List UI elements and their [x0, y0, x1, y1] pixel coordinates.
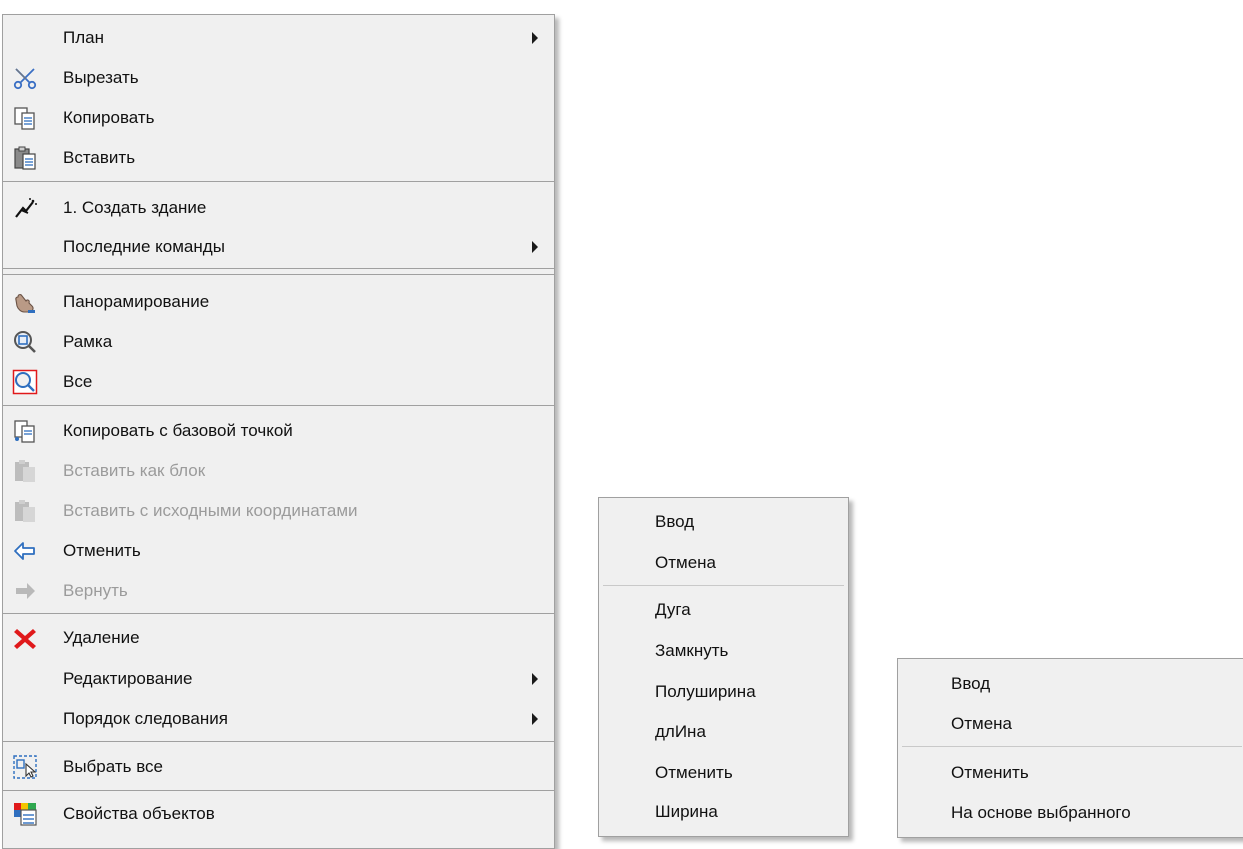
menu-item-length[interactable]: длИна	[599, 714, 848, 750]
menu-separator	[3, 181, 554, 182]
menu-item-enter[interactable]: Ввод	[599, 504, 848, 540]
menu-item-label: Все	[63, 372, 93, 391]
menu-item-plan[interactable]: План	[3, 20, 554, 56]
menu-item-label: Ширина	[655, 802, 718, 821]
paste-original-coords-icon	[12, 498, 38, 524]
menu-item-label: Отмена	[951, 714, 1012, 733]
select-all-icon	[12, 754, 38, 780]
menu-item-label: Панорамирование	[63, 292, 210, 311]
menu-item-based-on-selected[interactable]: На основе выбранного	[898, 795, 1243, 831]
menu-separator	[3, 268, 554, 269]
menu-item-create-building[interactable]: 1. Создать здание	[3, 190, 554, 226]
menu-item-label: Редактирование	[63, 669, 193, 688]
pan-hand-icon	[12, 289, 38, 315]
undo-icon	[12, 538, 38, 564]
menu-item-redo[interactable]: Вернуть	[3, 573, 554, 609]
menu-item-cancel[interactable]: Отмена	[898, 706, 1243, 742]
menu-item-copy[interactable]: Копировать	[3, 100, 554, 136]
menu-item-label: На основе выбранного	[951, 803, 1131, 822]
menu-item-label: Вставить как блок	[63, 461, 206, 480]
menu-separator	[3, 405, 554, 406]
menu-item-zoom-window[interactable]: Рамка	[3, 324, 554, 360]
submenu-arrow-icon	[532, 673, 538, 685]
context-menu-select: Ввод Отмена Отменить На основе выбранног…	[897, 658, 1243, 838]
menu-separator	[3, 274, 554, 275]
menu-item-label: План	[63, 28, 104, 47]
menu-item-paste[interactable]: Вставить	[3, 140, 554, 176]
menu-item-zoom-all[interactable]: Все	[3, 364, 554, 400]
menu-item-object-properties[interactable]: Свойства объектов	[3, 796, 554, 832]
copy-base-point-icon	[12, 418, 38, 444]
menu-item-close[interactable]: Замкнуть	[599, 633, 848, 669]
menu-item-label: Порядок следования	[63, 709, 228, 728]
menu-item-width[interactable]: Ширина	[599, 794, 848, 830]
menu-item-paste-as-block[interactable]: Вставить как блок	[3, 453, 554, 489]
menu-item-label: Рамка	[63, 332, 113, 351]
menu-item-draw-order[interactable]: Порядок следования	[3, 701, 554, 737]
menu-item-undo[interactable]: Отменить	[898, 755, 1243, 791]
menu-item-label: Отмена	[655, 553, 716, 572]
menu-item-cut[interactable]: Вырезать	[3, 60, 554, 96]
menu-item-label: Вставить с исходными координатами	[63, 501, 358, 520]
zoom-window-icon	[12, 329, 38, 355]
object-properties-icon	[12, 801, 38, 827]
menu-item-copy-base-point[interactable]: Копировать с базовой точкой	[3, 413, 554, 449]
menu-item-label: Вставить	[63, 148, 136, 167]
menu-item-editing[interactable]: Редактирование	[3, 661, 554, 697]
menu-item-label: Копировать	[63, 108, 155, 127]
menu-item-label: Вырезать	[63, 68, 139, 87]
menu-item-label: Отменить	[63, 541, 141, 560]
menu-item-label: длИна	[655, 722, 706, 741]
menu-separator	[3, 613, 554, 614]
menu-item-select-all[interactable]: Выбрать все	[3, 749, 554, 785]
menu-item-label: Дуга	[655, 600, 691, 619]
menu-item-label: Полуширина	[655, 682, 756, 701]
menu-item-label: Отменить	[655, 763, 733, 782]
redo-icon	[12, 578, 38, 604]
create-building-icon	[12, 195, 38, 221]
menu-item-label: Замкнуть	[655, 641, 729, 660]
copy-icon	[12, 105, 38, 131]
paste-block-icon	[12, 458, 38, 484]
menu-item-halfwidth[interactable]: Полуширина	[599, 674, 848, 710]
menu-item-label: 1. Создать здание	[63, 198, 207, 217]
menu-separator	[3, 790, 554, 791]
submenu-arrow-icon	[532, 32, 538, 44]
submenu-arrow-icon	[532, 241, 538, 253]
submenu-arrow-icon	[532, 713, 538, 725]
menu-item-label: Последние команды	[63, 237, 225, 256]
menu-item-label: Ввод	[655, 512, 695, 531]
context-menu-main: План Вырезать Копировать Вставить 1. Соз…	[2, 14, 555, 849]
menu-item-undo[interactable]: Отменить	[599, 755, 848, 791]
menu-item-enter[interactable]: Ввод	[898, 666, 1243, 702]
menu-item-label: Копировать с базовой точкой	[63, 421, 293, 440]
menu-item-label: Отменить	[951, 763, 1029, 782]
menu-item-pan[interactable]: Панорамирование	[3, 284, 554, 320]
zoom-all-icon	[12, 369, 38, 395]
scissors-icon	[12, 65, 38, 91]
menu-item-arc[interactable]: Дуга	[599, 592, 848, 628]
menu-item-label: Свойства объектов	[63, 804, 215, 823]
menu-item-delete[interactable]: Удаление	[3, 620, 554, 656]
menu-item-label: Выбрать все	[63, 757, 163, 776]
paste-icon	[12, 145, 38, 171]
menu-item-undo[interactable]: Отменить	[3, 533, 554, 569]
menu-item-paste-original-coords[interactable]: Вставить с исходными координатами	[3, 493, 554, 529]
menu-item-label: Удаление	[63, 628, 140, 647]
menu-separator	[603, 585, 844, 586]
delete-icon	[12, 625, 38, 651]
menu-item-label: Ввод	[951, 674, 991, 693]
menu-separator	[902, 746, 1242, 747]
menu-item-cancel[interactable]: Отмена	[599, 545, 848, 581]
menu-separator	[3, 741, 554, 742]
menu-item-label: Вернуть	[63, 581, 128, 600]
menu-item-recent-commands[interactable]: Последние команды	[3, 229, 554, 265]
context-menu-polyline: Ввод Отмена Дуга Замкнуть Полуширина длИ…	[598, 497, 849, 837]
